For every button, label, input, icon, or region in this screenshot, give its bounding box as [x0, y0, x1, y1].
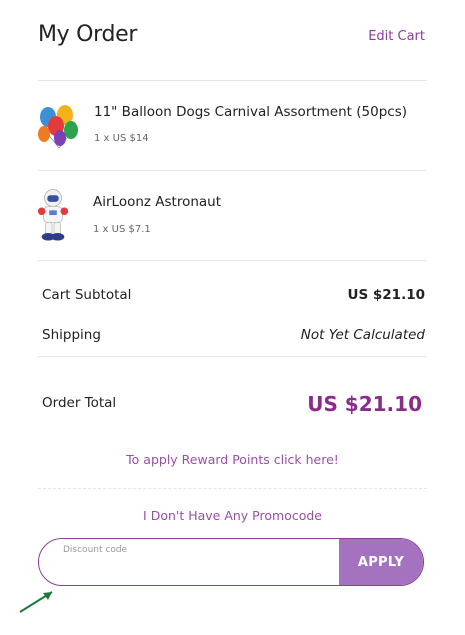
order-total-label: Order Total	[42, 395, 117, 411]
item-quantity-price: 1 x US $14	[94, 133, 149, 144]
apply-button[interactable]: APPLY	[339, 539, 423, 585]
subtotal-value: US $21.10	[347, 287, 425, 303]
item-name: 11" Balloon Dogs Carnival Assortment (50…	[94, 104, 407, 120]
reward-points-link[interactable]: To apply Reward Points click here!	[0, 452, 465, 467]
shipping-label: Shipping	[42, 327, 101, 343]
no-promocode-link[interactable]: I Don't Have Any Promocode	[0, 508, 465, 523]
divider	[38, 488, 427, 489]
astronaut-balloon-thumbnail	[36, 188, 70, 248]
green-arrow-icon	[18, 586, 58, 618]
page-title: My Order	[38, 22, 138, 47]
divider	[38, 260, 427, 261]
edit-cart-link[interactable]: Edit Cart	[368, 29, 425, 44]
discount-code-input[interactable]	[39, 539, 343, 585]
divider	[38, 356, 427, 357]
order-total-value: US $21.10	[307, 392, 422, 416]
divider	[38, 170, 427, 171]
divider	[38, 80, 427, 81]
item-quantity-price: 1 x US $7.1	[93, 224, 151, 235]
discount-code-form: Discount code APPLY	[38, 538, 424, 586]
item-name: AirLoonz Astronaut	[93, 194, 222, 210]
shipping-value: Not Yet Calculated	[300, 327, 425, 343]
balloon-dogs-thumbnail	[38, 104, 80, 156]
subtotal-label: Cart Subtotal	[42, 287, 132, 303]
